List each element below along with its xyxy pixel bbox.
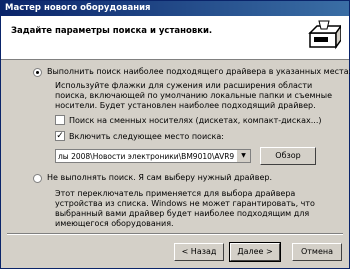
search-description: Используйте флажки для сужения или расши… <box>55 81 333 110</box>
checkmark-icon: ✓ <box>56 131 64 141</box>
search-radio-label[interactable]: Выполнить поиск наиболее подходящего дра… <box>47 67 350 76</box>
wizard-content: Выполнить поиск наиболее подходящего дра… <box>1 60 350 232</box>
window-title: Мастер нового оборудования <box>5 3 151 13</box>
hardware-icon <box>308 20 341 50</box>
wizard-window: Мастер нового оборудования Задайте парам… <box>0 0 350 269</box>
title-bar: Мастер нового оборудования <box>1 1 349 16</box>
header-title: Задайте параметры поиска и установки. <box>11 26 213 36</box>
search-radio[interactable] <box>33 68 42 77</box>
chevron-down-icon[interactable]: ▼ <box>236 150 250 162</box>
include-location-label[interactable]: Включить следующее место поиска: <box>69 132 224 141</box>
back-button[interactable]: < Назад <box>174 243 224 261</box>
cancel-button[interactable]: Отмена <box>292 243 342 261</box>
search-path-value[interactable]: лы 2008\Новости электроники\BM9010\AVR91… <box>58 151 234 162</box>
next-button[interactable]: Далее > <box>229 242 281 262</box>
removable-media-label[interactable]: Поиск на сменных носителях (дискетах, ко… <box>69 116 321 125</box>
removable-media-checkbox[interactable] <box>55 115 65 125</box>
search-path-combo[interactable]: лы 2008\Новости электроники\BM9010\AVR91… <box>55 149 251 163</box>
manual-radio[interactable] <box>33 174 42 183</box>
wizard-header: Задайте параметры поиска и установки. <box>1 16 349 60</box>
include-location-checkbox[interactable]: ✓ <box>55 131 65 141</box>
browse-button[interactable]: Обзор <box>260 147 316 165</box>
footer-separator <box>7 233 343 235</box>
manual-radio-label[interactable]: Не выполнять поиск. Я сам выберу нужный … <box>47 173 272 182</box>
manual-description: Этот переключатель применяется для выбор… <box>55 189 315 228</box>
